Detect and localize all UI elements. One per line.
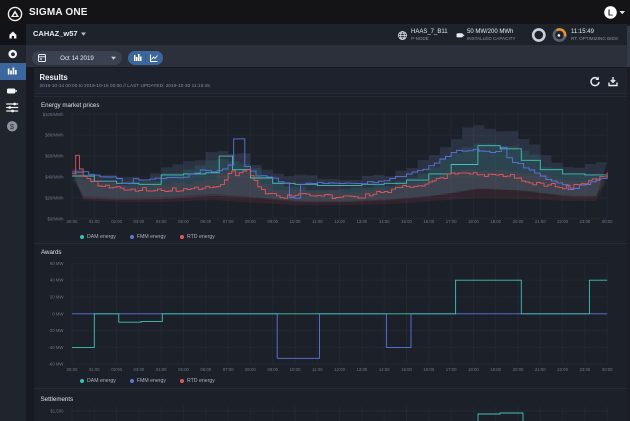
- svg-text:40 MW: 40 MW: [50, 278, 65, 283]
- svg-text:19:00: 19:00: [490, 219, 501, 224]
- svg-text:$80/MWh: $80/MWh: [45, 133, 64, 138]
- svg-text:16:00: 16:00: [423, 367, 434, 372]
- svg-text:$60/MWh: $60/MWh: [45, 154, 64, 159]
- svg-text:08:00: 08:00: [245, 219, 256, 224]
- svg-text:15:00: 15:00: [401, 367, 412, 372]
- svg-text:20:00: 20:00: [513, 367, 524, 372]
- svg-text:02:00: 02:00: [111, 367, 122, 372]
- svg-text:14:00: 14:00: [379, 219, 390, 224]
- svg-text:01:00: 01:00: [89, 219, 100, 224]
- svg-text:00:00: 00:00: [602, 219, 613, 224]
- svg-text:04:00: 04:00: [156, 367, 167, 372]
- svg-text:18:00: 18:00: [468, 219, 479, 224]
- svg-text:04:00: 04:00: [156, 219, 167, 224]
- svg-text:03:00: 03:00: [134, 219, 145, 224]
- svg-text:05:00: 05:00: [178, 367, 189, 372]
- svg-text:08:00: 08:00: [245, 367, 256, 372]
- svg-text:20 MW: 20 MW: [50, 295, 65, 300]
- svg-text:23:00: 23:00: [580, 367, 591, 372]
- svg-text:05:00: 05:00: [178, 219, 189, 224]
- svg-text:0 MW: 0 MW: [52, 311, 64, 316]
- svg-text:$100/MWh: $100/MWh: [43, 112, 64, 117]
- svg-text:01:00: 01:00: [89, 367, 100, 372]
- svg-text:15:00: 15:00: [401, 219, 412, 224]
- svg-text:09:00: 09:00: [267, 219, 278, 224]
- svg-text:-40 MW: -40 MW: [48, 345, 64, 350]
- svg-text:07:00: 07:00: [223, 219, 234, 224]
- svg-text:12:00: 12:00: [334, 219, 345, 224]
- svg-text:14:00: 14:00: [379, 367, 390, 372]
- svg-text:13:00: 13:00: [357, 219, 368, 224]
- svg-text:12:00: 12:00: [334, 367, 345, 372]
- svg-text:10:00: 10:00: [290, 367, 301, 372]
- svg-text:10:00: 10:00: [290, 219, 301, 224]
- svg-text:00:00: 00:00: [67, 219, 78, 224]
- svg-text:00:00: 00:00: [67, 367, 78, 372]
- svg-text:21:00: 21:00: [535, 219, 546, 224]
- svg-text:$1,500: $1,500: [50, 409, 64, 414]
- svg-text:20:00: 20:00: [513, 219, 524, 224]
- svg-text:-20 MW: -20 MW: [48, 328, 64, 333]
- svg-text:22:00: 22:00: [557, 367, 568, 372]
- svg-text:-60 MW: -60 MW: [48, 362, 64, 367]
- svg-text:21:00: 21:00: [535, 367, 546, 372]
- svg-text:02:00: 02:00: [111, 219, 122, 224]
- svg-text:$20/MWh: $20/MWh: [45, 195, 64, 200]
- svg-text:17:00: 17:00: [446, 367, 457, 372]
- svg-text:23:00: 23:00: [580, 219, 591, 224]
- svg-text:16:00: 16:00: [423, 219, 434, 224]
- svg-text:17:00: 17:00: [446, 219, 457, 224]
- svg-text:07:00: 07:00: [223, 367, 234, 372]
- svg-text:19:00: 19:00: [490, 367, 501, 372]
- svg-text:06:00: 06:00: [200, 367, 211, 372]
- svg-text:03:00: 03:00: [134, 367, 145, 372]
- svg-text:18:00: 18:00: [468, 367, 479, 372]
- svg-text:$40/MWh: $40/MWh: [45, 175, 64, 180]
- svg-text:$0/MWh: $0/MWh: [48, 216, 65, 221]
- svg-text:60 MW: 60 MW: [50, 261, 65, 266]
- svg-text:13:00: 13:00: [357, 367, 368, 372]
- svg-text:00:00: 00:00: [602, 367, 613, 372]
- svg-text:11:00: 11:00: [312, 219, 323, 224]
- svg-text:09:00: 09:00: [267, 367, 278, 372]
- svg-text:11:00: 11:00: [312, 367, 323, 372]
- svg-text:22:00: 22:00: [557, 219, 568, 224]
- svg-text:06:00: 06:00: [200, 219, 211, 224]
